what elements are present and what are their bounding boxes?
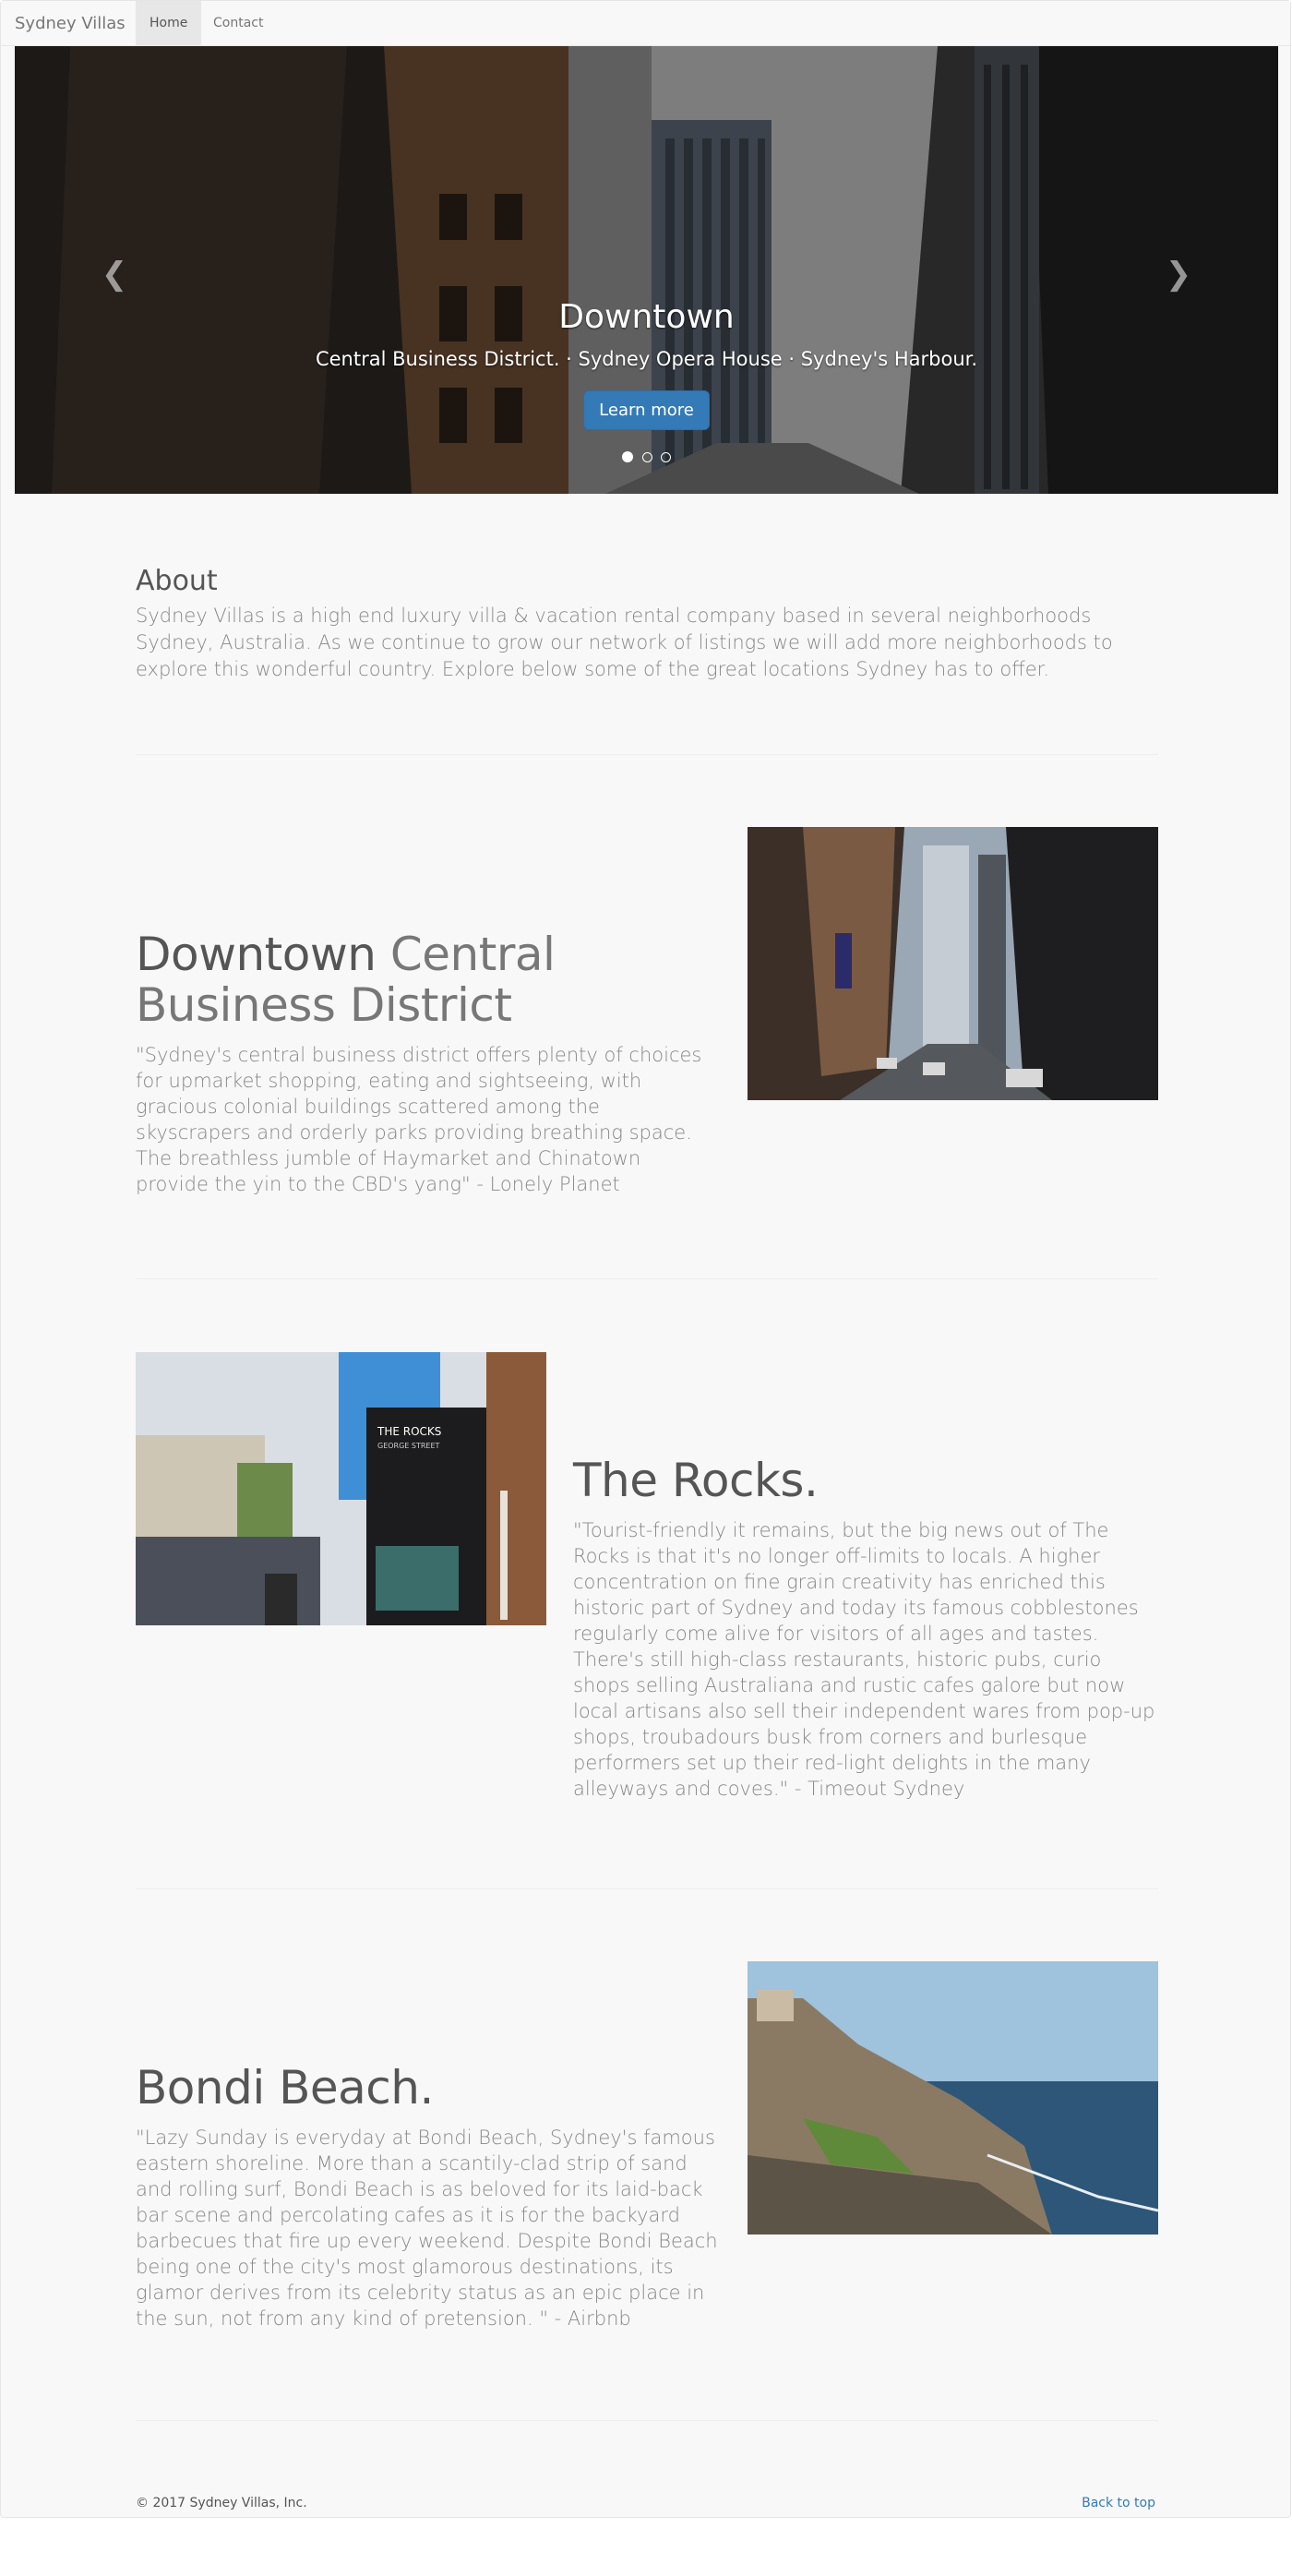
navbar: Sydney Villas Home Contact [1,1,1290,46]
nav-item-home[interactable]: Home [136,1,202,46]
chevron-left-icon[interactable]: ❮ [101,258,128,290]
nav-item-contact[interactable]: Contact [199,1,277,46]
downtown-image [748,827,1158,1100]
about-text: Sydney Villas is a high end luxury villa… [136,605,1113,680]
carousel-indicator[interactable] [641,452,652,462]
carousel-indicator[interactable] [660,452,671,462]
brand-link[interactable]: Sydney Villas [15,14,126,33]
hero-carousel: ❮ ❯ Downtown Central Business District. … [15,46,1278,494]
feature-heading-main: Downtown [136,928,377,981]
feature-bondi-beach: Bondi Beach. "Lazy Sunday is everyday at… [136,2063,719,2331]
divider [136,2420,1158,2421]
feature-text: "Tourist-friendly it remains, but the bi… [573,1519,1155,1800]
footer-copyright: © 2017 Sydney Villas, Inc. [136,2496,307,2510]
about-title: About [136,565,218,597]
carousel-indicator[interactable] [622,451,634,462]
hero-subtitle: Central Business District. · Sydney Oper… [315,348,978,371]
feature-text: "Sydney's central business district offe… [136,1044,702,1195]
learn-more-button[interactable]: Learn more [583,390,710,431]
about-section: About Sydney Villas is a high end luxury… [136,565,1158,683]
carousel-indicators [15,449,1278,466]
feature-the-rocks: The Rocks. "Tourist-friendly it remains,… [573,1456,1158,1802]
page-frame: Sydney Villas Home Contact ❮ ❯ Downtown … [0,0,1291,2518]
chevron-right-icon[interactable]: ❯ [1165,258,1192,290]
hero-title: Downtown [558,298,735,336]
feature-heading: Bondi Beach. [136,2061,434,2115]
sign-title: THE ROCKS [377,1425,441,1438]
back-to-top-link[interactable]: Back to top [1082,2496,1155,2510]
sign-subtitle: GEORGE STREET [377,1442,440,1450]
feature-text: "Lazy Sunday is everyday at Bondi Beach,… [136,2127,718,2330]
feature-heading: Downtown Central Business District [136,929,719,1031]
divider [136,1888,1158,1889]
feature-heading: The Rocks. [573,1454,819,1507]
hero-caption: Downtown Central Business District. · Sy… [15,297,1278,431]
bondi-beach-image [748,1961,1158,2235]
divider [136,1278,1158,1279]
divider [136,754,1158,755]
the-rocks-image: THE ROCKS GEORGE STREET [136,1352,546,1625]
feature-downtown: Downtown Central Business District "Sydn… [136,929,719,1197]
